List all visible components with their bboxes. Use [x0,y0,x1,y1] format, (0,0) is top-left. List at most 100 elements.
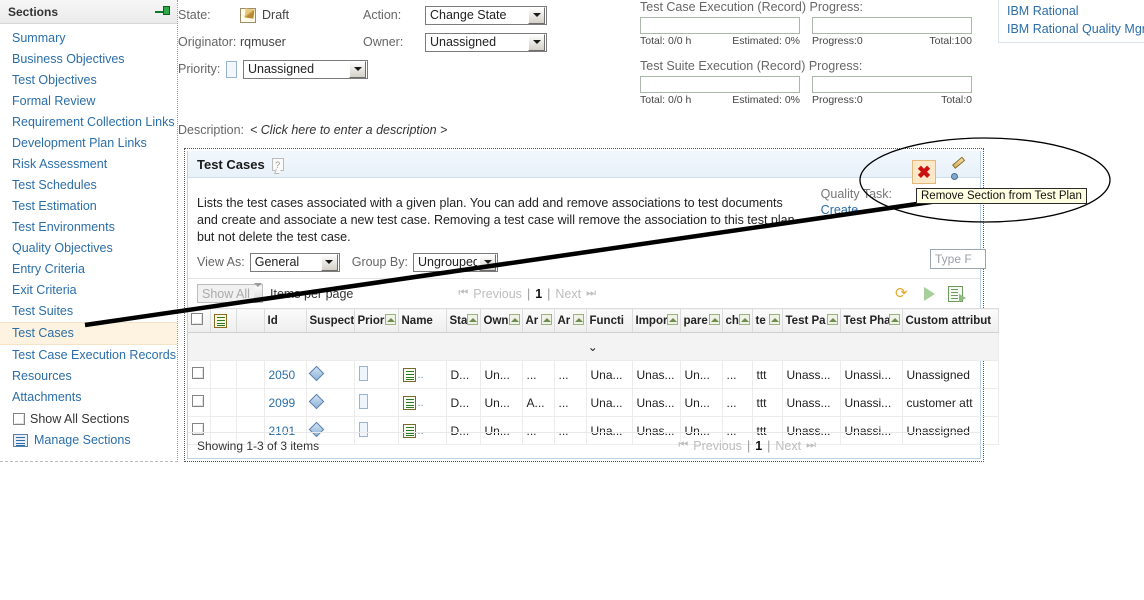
column-header-function[interactable]: Functi [586,308,633,333]
chevron-down-icon[interactable] [528,33,545,51]
sidebar-item-resources[interactable]: Resources [0,366,177,387]
column-header-suspect[interactable]: Suspect [306,308,355,333]
last-page-icon[interactable]: ⏭ [806,439,816,452]
column-header-spacer[interactable] [236,308,265,333]
document-icon[interactable] [402,395,416,410]
row-checkbox[interactable] [192,395,204,407]
refresh-icon[interactable]: ⟳ [895,286,911,302]
sidebar-item-risk-assessment[interactable]: Risk Assessment [0,154,177,175]
sidebar-item-formal-review[interactable]: Formal Review [0,91,177,112]
column-header-name[interactable]: Name [398,308,447,333]
description-value[interactable]: < Click here to enter a description > [250,123,447,137]
sidebar-item-exit-criteria[interactable]: Exit Criteria [0,280,177,301]
previous-page-link[interactable]: Previous [473,287,522,301]
test-case-id-link[interactable]: 2099 [269,396,296,410]
edit-section-button[interactable] [947,160,971,184]
column-header-testpha[interactable]: Test Pha [840,308,903,333]
column-collapse-row[interactable]: ⌄ [188,332,999,361]
column-settings-icon[interactable] [213,313,227,328]
current-page-number[interactable]: 1 [535,287,542,301]
first-page-icon[interactable]: ⏮ [458,287,468,300]
column-header-checkbox[interactable] [188,308,211,333]
current-page-number[interactable]: 1 [755,439,762,453]
execute-icon[interactable] [948,285,966,302]
help-icon[interactable]: ? [271,157,284,171]
sidebar-item-summary[interactable]: Summary [0,28,177,49]
progress-block-0: Test Case Execution (Record) Progress: To… [640,0,985,47]
show-all-sections-checkbox[interactable] [13,413,25,425]
sort-icon[interactable] [708,314,720,325]
sidebar-item-quality-objectives[interactable]: Quality Objectives [0,238,177,259]
column-header-testpa[interactable]: Test Pa [782,308,841,333]
previous-page-link[interactable]: Previous [693,439,742,453]
chevron-down-icon[interactable] [320,253,338,271]
column-header-ar1[interactable]: Ar [522,308,555,333]
table-row[interactable]: 2099.. D... Un... A...... Una... Unas... Un...… [188,388,999,417]
sidebar-item-test-estimation[interactable]: Test Estimation [0,196,177,217]
sidebar-item-business-objectives[interactable]: Business Objectives [0,49,177,70]
group-by-select[interactable]: Ungrouped [413,252,498,272]
column-header-id[interactable]: Id [264,308,307,333]
owner-select[interactable]: Unassigned [425,32,547,52]
first-page-icon[interactable]: ⏮ [678,439,688,452]
pin-icon[interactable] [155,5,171,19]
chevron-down-icon[interactable] [528,6,545,24]
quality-task-create-link[interactable]: Create [821,203,892,217]
select-all-checkbox[interactable] [191,313,203,325]
row-checkbox[interactable] [192,367,204,379]
chevron-down-icon[interactable] [349,60,366,78]
last-page-icon[interactable]: ⏭ [586,287,596,300]
remove-section-button[interactable]: ✖ [912,160,936,184]
action-select[interactable]: Change State [425,5,547,25]
column-header-important[interactable]: Impor [632,308,681,333]
column-header-owner[interactable]: Own [480,308,523,333]
view-as-select[interactable]: General [249,252,340,272]
sort-icon[interactable] [738,314,750,325]
sidebar-item-entry-criteria[interactable]: Entry Criteria [0,259,177,280]
column-header-custom[interactable]: Custom attribut [902,308,999,333]
column-header-te[interactable]: te [752,308,783,333]
column-header-priority[interactable]: Prior [354,308,399,333]
sort-icon[interactable] [384,314,396,325]
chevron-down-icon[interactable] [479,253,496,271]
sidebar-item-test-cases[interactable]: Test Cases [0,322,177,345]
document-icon[interactable] [402,367,416,382]
sort-icon[interactable] [540,314,552,325]
manage-sections-link[interactable]: Manage Sections [34,433,131,447]
sort-icon[interactable] [768,314,780,325]
next-page-link[interactable]: Next [555,287,581,301]
sidebar-item-test-environments[interactable]: Test Environments [0,217,177,238]
column-header-state[interactable]: Sta [446,308,481,333]
sidebar-item-requirement-collection-links[interactable]: Requirement Collection Links [0,112,177,133]
column-header-columns-icon[interactable] [210,308,237,333]
column-header-ar2[interactable]: Ar [554,308,587,333]
show-all-sections-row[interactable]: Show All Sections [0,408,177,429]
sort-icon[interactable] [508,314,520,325]
test-case-id-link[interactable]: 2050 [269,368,296,382]
table-row[interactable]: 2050.. D... Un......... Una... Unas... Un....… [188,360,999,389]
sidebar-item-test-objectives[interactable]: Test Objectives [0,70,177,91]
priority-select[interactable]: Unassigned [243,59,368,79]
sort-icon[interactable] [572,314,584,325]
column-header-ch[interactable]: ch [722,308,753,333]
sidebar-item-test-case-execution-records[interactable]: Test Case Execution Records [0,345,177,366]
column-header-label: Test Pa [785,314,826,327]
next-page-link[interactable]: Next [775,439,801,453]
sidebar-item-attachments[interactable]: Attachments [0,387,177,408]
sort-icon[interactable] [666,314,678,325]
rational-link-0[interactable]: IBM Rational [1007,2,1144,20]
column-header-parent[interactable]: pare [680,308,723,333]
rational-link-1[interactable]: IBM Rational Quality Mgr [1007,20,1144,38]
show-all-select[interactable]: Show All [197,282,263,303]
manage-sections-row[interactable]: Manage Sections [0,429,177,450]
run-icon[interactable] [924,286,935,301]
sort-icon[interactable] [826,314,838,325]
sidebar-item-test-schedules[interactable]: Test Schedules [0,175,177,196]
sidebar-item-test-suites[interactable]: Test Suites [0,301,177,322]
sort-icon[interactable] [466,314,478,325]
sidebar-item-development-plan-links[interactable]: Development Plan Links [0,133,177,154]
chevron-down-icon[interactable] [254,282,262,301]
collapse-toggle[interactable]: ⌄ [188,332,999,361]
sort-icon[interactable] [888,314,900,325]
type-filter-input[interactable]: Type F [930,249,986,269]
